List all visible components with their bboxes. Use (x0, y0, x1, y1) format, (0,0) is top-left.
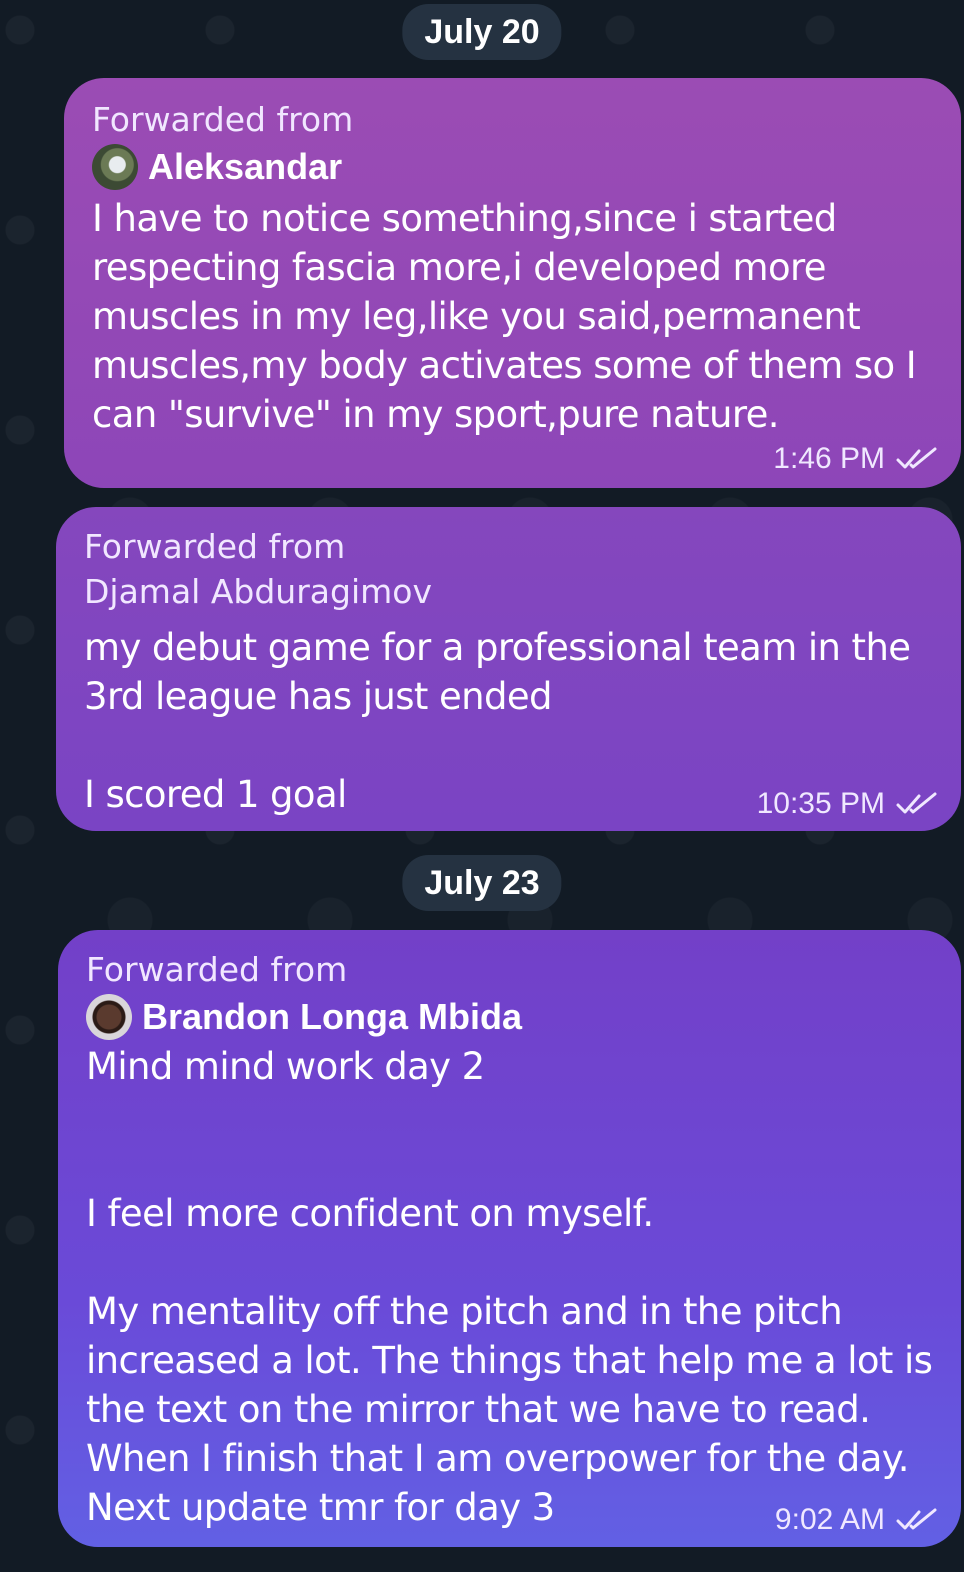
message-text: my debut game for a professional team in… (84, 626, 911, 718)
forwarded-sender[interactable]: Aleksandar (92, 144, 935, 190)
double-check-icon (896, 1508, 937, 1530)
double-check-icon (896, 447, 937, 469)
message-bubble[interactable]: Forwarded from Brandon Longa Mbida Mind … (58, 930, 961, 1547)
message-text: I feel more confident on myself. (86, 1192, 654, 1235)
double-check-icon (896, 792, 937, 814)
message-text: I have to notice something,since i start… (92, 197, 917, 436)
forwarded-from-label: Forwarded from (86, 950, 348, 989)
message-meta: 10:35 PM (757, 787, 939, 821)
date-separator: July 23 (402, 855, 562, 911)
forwarded-sender[interactable]: Brandon Longa Mbida (86, 994, 935, 1040)
avatar (86, 994, 132, 1040)
forwarded-from-label: Forwarded from (92, 100, 354, 139)
message-meta: 1:46 PM (773, 442, 939, 476)
message-time: 1:46 PM (773, 442, 885, 475)
message-text: Mind mind work day 2 (86, 1045, 485, 1088)
sender-name[interactable]: Brandon Longa Mbida (142, 994, 522, 1040)
sender-name[interactable]: Djamal Abduragimov (84, 569, 935, 615)
date-separator: July 20 (402, 4, 562, 60)
sender-name[interactable]: Aleksandar (148, 144, 342, 190)
message-meta: 9:02 AM (775, 1503, 939, 1537)
avatar (92, 144, 138, 190)
message-time: 9:02 AM (774, 1503, 885, 1536)
forwarded-from-label: Forwarded from (84, 527, 346, 566)
message-bubble[interactable]: Forwarded from Aleksandar I have to noti… (64, 78, 961, 488)
message-time: 10:35 PM (756, 787, 885, 820)
message-text: My mentality off the pitch and in the pi… (86, 1290, 933, 1480)
message-bubble[interactable]: Forwarded from Djamal Abduragimov my deb… (56, 507, 961, 831)
